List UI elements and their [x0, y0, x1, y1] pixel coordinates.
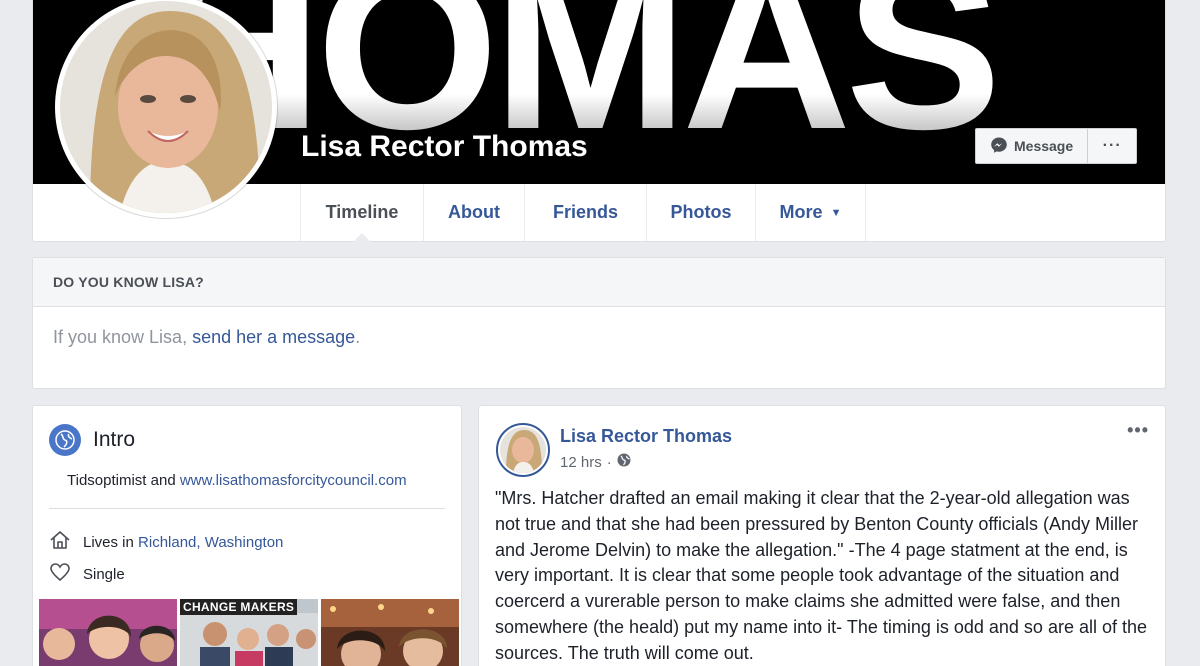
home-icon — [49, 530, 71, 554]
tab-label: Timeline — [325, 202, 399, 222]
photo-thumbnail[interactable] — [321, 599, 459, 666]
website-link[interactable]: www.lisathomasforcitycouncil.com — [180, 472, 407, 489]
intro-title-row: Intro — [49, 424, 135, 456]
profile-name[interactable]: Lisa Rector Thomas — [301, 130, 588, 164]
intro-divider — [49, 508, 445, 509]
tab-photos[interactable]: Photos — [646, 184, 755, 241]
intro-card: Intro Tidsoptimist and www.lisathomasfor… — [32, 405, 462, 666]
profile-picture[interactable] — [55, 0, 277, 218]
intro-photo-strip: CHANGE MAKERS — [39, 599, 459, 666]
tab-label: Photos — [670, 202, 732, 222]
photo-caption: CHANGE MAKERS — [180, 599, 298, 615]
message-button[interactable]: Message — [976, 129, 1089, 163]
lives-in-label: Lives in — [83, 533, 134, 551]
do-you-know-body: If you know Lisa, send her a message. — [33, 307, 1165, 348]
profile-header: HOMAS Lisa Rector Thomas Message ··· Tim… — [32, 0, 1166, 242]
do-you-know-suffix: . — [355, 327, 361, 347]
chevron-down-icon: ▼ — [830, 206, 842, 219]
globe-icon — [49, 424, 81, 456]
profile-nav: Timeline About Friends Photos More ▼ — [300, 184, 866, 242]
cover-more-button[interactable]: ··· — [1088, 129, 1136, 163]
tab-label: About — [448, 202, 500, 222]
cover-actions: Message ··· — [975, 128, 1138, 164]
tab-more[interactable]: More ▼ — [755, 184, 866, 241]
public-globe-icon[interactable] — [617, 453, 631, 471]
relationship-status: Single — [83, 565, 125, 583]
heart-icon — [49, 562, 71, 586]
post-options-button[interactable]: ••• — [1127, 420, 1149, 441]
timeline-post: Lisa Rector Thomas 12 hrs · ••• "Mrs. Ha… — [478, 405, 1166, 666]
intro-bio: Tidsoptimist and www.lisathomasforcityco… — [67, 472, 407, 489]
do-you-know-text: If you know Lisa, — [53, 327, 188, 347]
post-timestamp[interactable]: 12 hrs — [560, 454, 602, 471]
post-author-avatar[interactable] — [496, 423, 550, 477]
send-message-link[interactable]: send her a message — [192, 327, 355, 347]
messenger-icon — [990, 136, 1008, 157]
intro-title: Intro — [93, 428, 136, 451]
message-button-label: Message — [1014, 138, 1074, 154]
do-you-know-card: DO YOU KNOW LISA? If you know Lisa, send… — [32, 257, 1166, 389]
tab-about[interactable]: About — [423, 184, 524, 241]
tab-label: Friends — [552, 202, 618, 222]
meta-separator: · — [606, 453, 612, 471]
post-meta: 12 hrs · — [560, 453, 631, 471]
post-body: "Mrs. Hatcher drafted an email making it… — [495, 488, 1148, 663]
bio-text: Tidsoptimist and — [67, 472, 176, 489]
tab-friends[interactable]: Friends — [524, 184, 646, 241]
lives-in-row: Lives in Richland, Washington — [49, 530, 283, 554]
tab-timeline[interactable]: Timeline — [300, 184, 423, 242]
do-you-know-header: DO YOU KNOW LISA? — [33, 258, 1165, 307]
photo-thumbnail[interactable]: CHANGE MAKERS — [180, 599, 318, 666]
post-author-name[interactable]: Lisa Rector Thomas — [560, 426, 732, 447]
relationship-row: Single — [49, 562, 125, 586]
tab-label: More — [779, 202, 823, 222]
lives-in-link[interactable]: Richland, Washington — [138, 534, 283, 551]
photo-thumbnail[interactable] — [39, 599, 177, 666]
